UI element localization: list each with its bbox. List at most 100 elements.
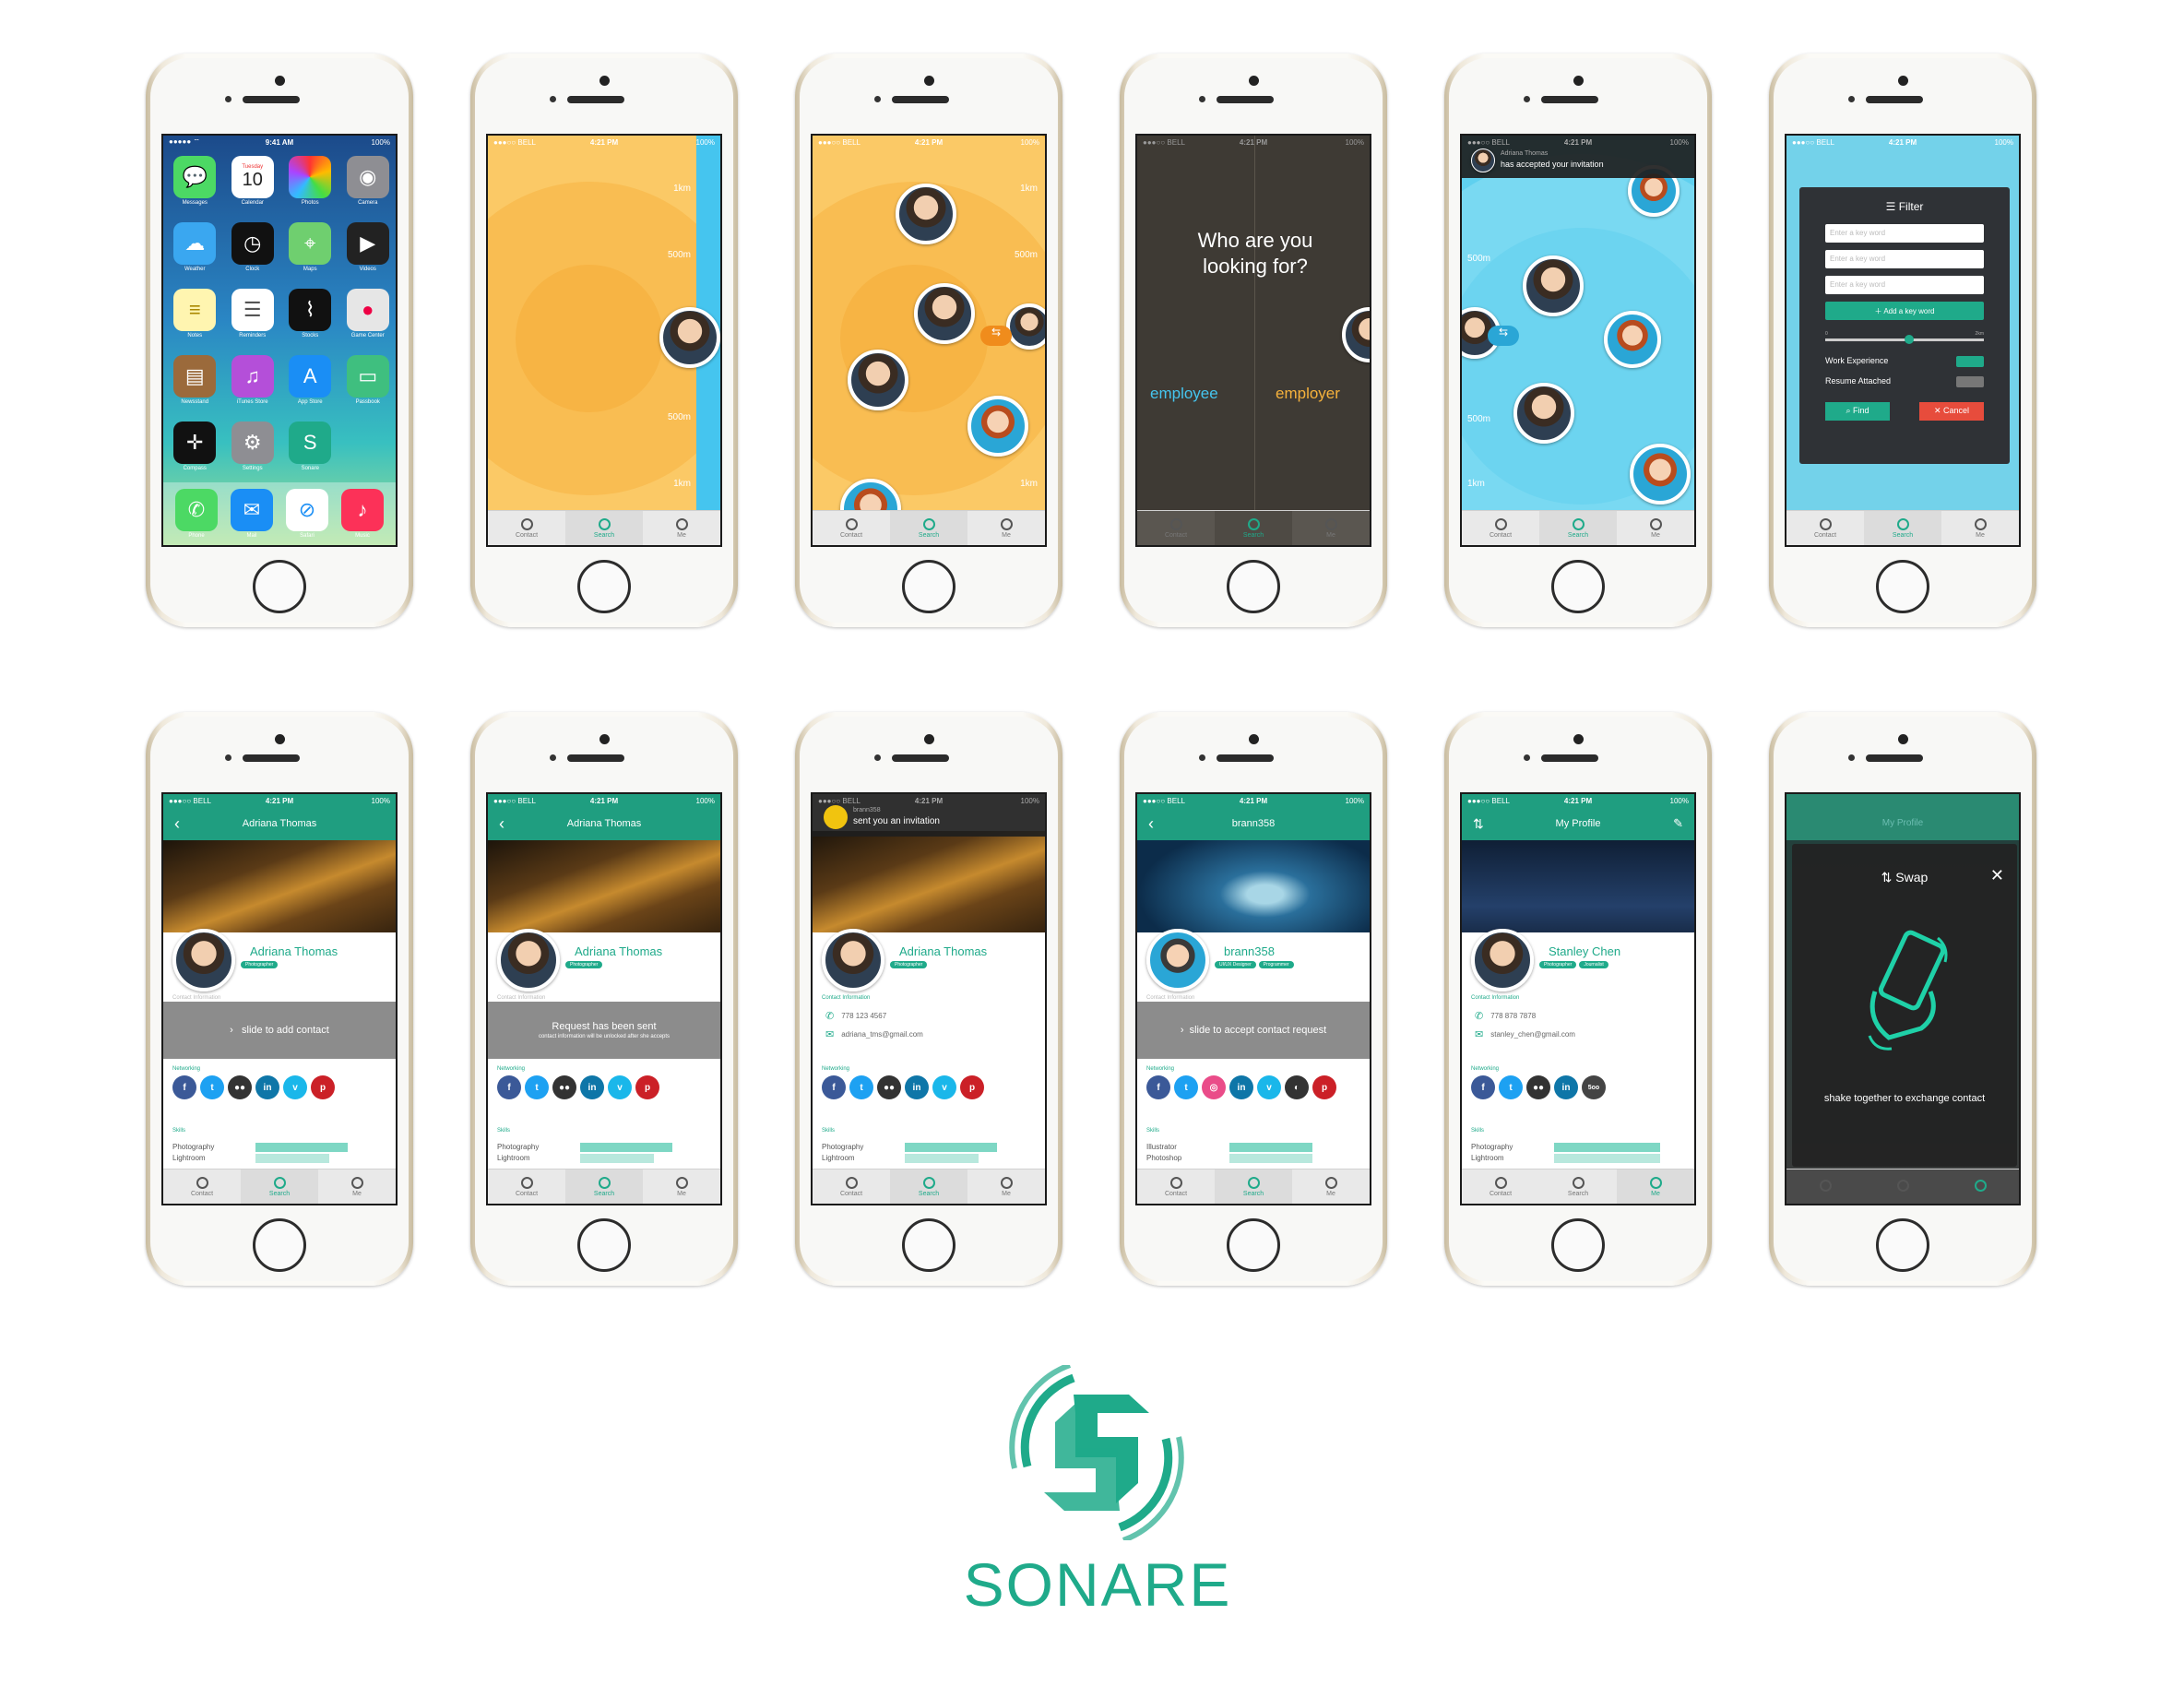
tab-contact[interactable]: Contact [488,511,565,545]
tab-contact[interactable]: Contact [1462,511,1539,545]
cancel-button[interactable]: ✕ Cancel [1919,402,1984,421]
tab-contact[interactable]: Contact [1137,511,1215,545]
home-button[interactable] [1551,1218,1605,1272]
tab-me[interactable]: Me [967,1170,1045,1204]
tab-me[interactable] [1941,1170,2019,1204]
add-keyword-button[interactable]: ＋ Add a key word [1825,302,1984,320]
resume-toggle[interactable] [1956,376,1984,387]
tab-search[interactable] [1864,1170,1941,1204]
linkedin-icon[interactable]: in [255,1075,279,1099]
tab-me[interactable]: Me [318,1170,396,1204]
linkedin-icon[interactable]: in [1229,1075,1253,1099]
flickr-icon[interactable]: ●● [552,1075,576,1099]
tab-me[interactable]: Me [1292,511,1370,545]
app-weather[interactable]: ☁ Weather [172,222,218,272]
user-avatar[interactable] [914,283,975,344]
home-button[interactable] [1876,560,1929,613]
app-notes[interactable]: ≡ Notes [172,289,218,338]
distance-slider[interactable] [1825,335,1984,344]
user-avatar[interactable] [1523,255,1584,316]
tab-contact[interactable]: Contact [813,1170,890,1204]
tab-me[interactable]: Me [643,1170,720,1204]
facebook-icon[interactable]: f [172,1075,196,1099]
twitter-icon[interactable]: t [1174,1075,1198,1099]
user-avatar[interactable] [1006,303,1045,350]
vimeo-icon[interactable]: v [608,1075,632,1099]
tab-me[interactable]: Me [1941,511,2019,545]
500px-icon[interactable]: 5oo [1582,1075,1606,1099]
vimeo-icon[interactable]: v [932,1075,956,1099]
keyword-input-3[interactable]: Enter a key word [1825,276,1984,294]
home-button[interactable] [253,560,306,613]
dock-phone[interactable]: ✆ Phone [175,489,218,539]
user-avatar[interactable] [1604,311,1661,368]
app-newsstand[interactable]: ▤ Newsstand [172,355,218,405]
user-avatar[interactable] [1513,383,1574,444]
employee-option[interactable]: employee [1150,385,1218,403]
linkedin-icon[interactable]: in [580,1075,604,1099]
user-avatar[interactable] [848,350,908,410]
tab-search[interactable]: Search [565,1170,643,1204]
tab-me[interactable]: Me [1292,1170,1370,1204]
keyword-input-1[interactable]: Enter a key word [1825,224,1984,243]
app-calendar[interactable]: Tuesday 10 Calendar [231,156,276,206]
home-button[interactable] [1551,560,1605,613]
tab-contact[interactable]: Contact [1462,1170,1539,1204]
dribbble-icon[interactable]: ◎ [1202,1075,1226,1099]
app-sonare[interactable]: S Sonare [288,422,333,471]
app-videos[interactable]: ▶ Videos [346,222,391,272]
user-avatar[interactable] [967,396,1028,457]
app-settings[interactable]: ⚙ Settings [231,422,276,471]
app-compass[interactable]: ✛ Compass [172,422,218,471]
tab-search[interactable]: Search [1864,511,1941,545]
app-reminders[interactable]: ☰ Reminders [231,289,276,338]
invitation-accepted-banner[interactable]: ●●●○○ BELL 4:21 PM 100% Adriana Thomas has… [1462,136,1694,178]
tab-contact[interactable]: Contact [488,1170,565,1204]
user-avatar[interactable] [1630,444,1691,505]
home-button[interactable] [253,1218,306,1272]
filter-toggle-icon[interactable]: ⇆ [980,326,1012,346]
slide-to-accept-bar[interactable]: › slide to accept contact request [1137,1002,1370,1059]
dock-music[interactable]: ♪ Music [341,489,384,539]
pinterest-icon[interactable]: p [960,1075,984,1099]
tab-search[interactable]: Search [1215,511,1292,545]
tab-search[interactable]: Search [1215,1170,1292,1204]
tab-search[interactable]: Search [241,1170,318,1204]
close-icon[interactable]: ✕ [1990,866,2004,885]
tab-me[interactable]: Me [1617,511,1694,545]
user-avatar[interactable] [896,184,956,244]
vimeo-icon[interactable]: v [1257,1075,1281,1099]
keyword-input-2[interactable]: Enter a key word [1825,250,1984,268]
app-clock[interactable]: ◷ Clock [231,222,276,272]
email-address[interactable]: ✉ stanley_chen@gmail.com [1475,1028,1575,1040]
pinterest-icon[interactable]: p [635,1075,659,1099]
tab-search[interactable]: Search [890,1170,967,1204]
home-button[interactable] [902,560,956,613]
vimeo-icon[interactable]: v [283,1075,307,1099]
tab-me[interactable]: Me [967,511,1045,545]
facebook-icon[interactable]: f [822,1075,846,1099]
app-photos[interactable]: Photos [288,156,333,206]
facebook-icon[interactable]: f [1146,1075,1170,1099]
dock-safari[interactable]: ⊘ Safari [286,489,328,539]
home-button[interactable] [1227,1218,1280,1272]
flickr-icon[interactable]: ●● [228,1075,252,1099]
app-game-center[interactable]: ● Game Center [346,289,391,338]
tab-search[interactable]: Search [1539,1170,1617,1204]
slide-to-add-bar[interactable]: › slide to add contact [163,1002,396,1059]
home-button[interactable] [577,1218,631,1272]
tab-search[interactable]: Search [1539,511,1617,545]
twitter-icon[interactable]: t [525,1075,549,1099]
linkedin-icon[interactable]: in [1554,1075,1578,1099]
pinterest-icon[interactable]: p [311,1075,335,1099]
phone-number[interactable]: ✆ 778 878 7878 [1475,1010,1536,1022]
invitation-banner[interactable]: ●●●○○ BELL 4:21 PM 100% brann358 sent you … [813,794,1045,837]
email-address[interactable]: ✉ adriana_tms@gmail.com [825,1028,923,1040]
twitter-icon[interactable]: t [849,1075,873,1099]
tab-search[interactable]: Search [565,511,643,545]
pinterest-icon[interactable]: p [1312,1075,1336,1099]
twitter-icon[interactable]: t [200,1075,224,1099]
tab-me[interactable]: Me [643,511,720,545]
app-passbook[interactable]: ▭ Passbook [346,355,391,405]
find-button[interactable]: ⌕ Find [1825,402,1890,421]
